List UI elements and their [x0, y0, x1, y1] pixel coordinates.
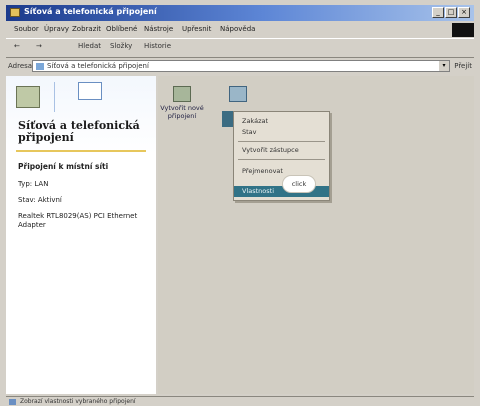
new-connection-label-2: připojení: [167, 112, 197, 120]
page-title: Síťová a telefonická připojení: [18, 120, 140, 144]
menu-zobrazit[interactable]: Zobrazit: [72, 25, 101, 33]
network-folder-icon: [36, 63, 44, 70]
menu-bar: Soubor Úpravy Zobrazit Oblíbené Nástroje…: [6, 23, 474, 37]
status-bar: Zobrazí vlastnosti vybraného připojení: [6, 396, 474, 406]
details-type: Typ: LAN: [18, 180, 49, 188]
folder-icon: [10, 8, 20, 17]
search-button[interactable]: Hledat: [78, 42, 101, 50]
menu-separator: [238, 141, 325, 142]
back-button[interactable]: ←: [14, 42, 20, 50]
monitor-icon: [78, 82, 102, 100]
address-value: Síťová a telefonická připojení: [47, 62, 149, 70]
toolbar: ← → Hledat Složky Historie: [6, 38, 474, 58]
new-connection-icon: [173, 86, 191, 102]
window-title: Síťová a telefonická připojení: [24, 7, 157, 16]
address-input[interactable]: Síťová a telefonická připojení ▾: [32, 60, 450, 72]
details-adapter: Realtek RTL8029(AS) PCI Ethernet Adapter: [18, 212, 138, 229]
status-icon: [9, 399, 16, 405]
menu-item-disable[interactable]: Zakázat: [234, 116, 329, 127]
page-title-line2: připojení: [18, 131, 74, 144]
folders-button[interactable]: Složky: [110, 42, 132, 50]
lan-connection-item[interactable]: [226, 86, 250, 104]
menu-upravy[interactable]: Úpravy: [44, 25, 69, 33]
close-button[interactable]: ×: [458, 7, 470, 18]
address-bar: Adresa Síťová a telefonická připojení ▾ …: [6, 58, 474, 74]
menu-upresnit[interactable]: Upřesnit: [182, 25, 211, 33]
details-status: Stav: Aktivní: [18, 196, 62, 204]
explorer-window: Síťová a telefonická připojení _ □ × Sou…: [0, 0, 480, 406]
details-heading: Připojení k místní síti: [18, 162, 109, 171]
windows-logo-icon: [452, 23, 474, 37]
menu-item-status[interactable]: Stav: [234, 127, 329, 138]
menu-item-create-shortcut[interactable]: Vytvořit zástupce: [234, 145, 329, 156]
banner-decoration: [54, 82, 55, 112]
title-bar[interactable]: Síťová a telefonická připojení _ □ ×: [6, 5, 474, 21]
menu-oblibene[interactable]: Oblíbené: [106, 25, 137, 33]
menu-item-rename[interactable]: Přejmenovat: [234, 166, 329, 177]
minimize-button[interactable]: _: [432, 7, 444, 18]
new-connection-label: Vytvořit nové: [160, 104, 204, 112]
menu-napoveda[interactable]: Nápověda: [220, 25, 255, 33]
context-menu: Zakázat Stav Vytvořit zástupce Přejmenov…: [233, 111, 330, 201]
sidebar: Síťová a telefonická připojení Připojení…: [6, 76, 156, 394]
go-button[interactable]: Přejít: [454, 62, 472, 70]
menu-item-properties[interactable]: Vlastnosti: [234, 186, 329, 197]
menu-nastroje[interactable]: Nástroje: [144, 25, 173, 33]
menu-separator: [238, 159, 325, 160]
new-connection-item[interactable]: Vytvořit nové připojení: [160, 86, 204, 120]
history-button[interactable]: Historie: [144, 42, 171, 50]
maximize-button[interactable]: □: [445, 7, 457, 18]
lan-connection-icon: [229, 86, 247, 102]
chevron-down-icon[interactable]: ▾: [439, 61, 449, 71]
window-controls: _ □ ×: [432, 7, 470, 18]
forward-button[interactable]: →: [36, 42, 42, 50]
divider: [16, 150, 146, 152]
address-label: Adresa: [8, 62, 33, 70]
click-callout: click: [283, 176, 315, 192]
menu-soubor[interactable]: Soubor: [14, 25, 39, 33]
sidebar-banner: Síťová a telefonická připojení: [6, 76, 156, 154]
status-text: Zobrazí vlastnosti vybraného připojení: [20, 398, 136, 405]
network-connections-icon: [16, 86, 40, 108]
